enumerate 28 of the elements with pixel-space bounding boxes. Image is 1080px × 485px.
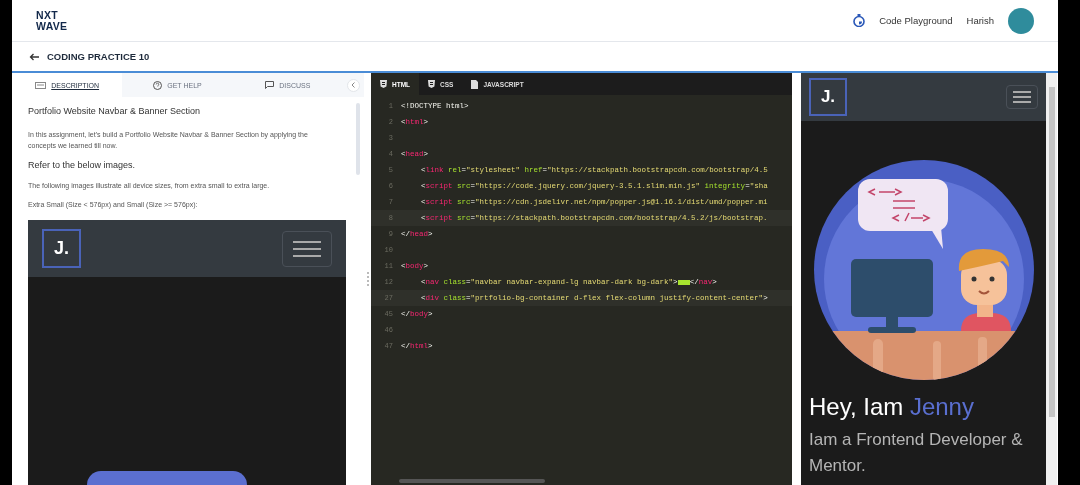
resize-handle[interactable] [366,272,369,286]
shield-icon [428,80,436,88]
collapse-button[interactable] [347,78,360,92]
help-icon [153,80,163,90]
back-arrow-icon[interactable] [29,52,39,61]
problem-title: Portfolio Website Navbar & Banner Section [28,105,201,118]
avatar[interactable] [1008,7,1034,34]
shield-icon [380,80,387,88]
site-logo: J. [809,78,847,116]
file-icon [471,79,479,89]
hamburger-icon [282,230,332,267]
hamburger-icon [1006,85,1038,109]
page-title: CODING PRACTICE 10 [47,51,150,62]
site-logo: J. [42,229,81,268]
user-name[interactable]: Harish [966,15,994,26]
folded-code-marker[interactable] [677,279,690,285]
scrollbar[interactable] [399,479,545,483]
chat-icon [265,81,275,89]
chevron-left-icon [351,82,356,88]
section-heading: Refer to the below images. [28,159,137,172]
document-icon [35,81,47,89]
scrollbar[interactable] [1048,87,1055,417]
stopwatch-icon[interactable] [853,14,866,27]
banner-subtitle: Iam a Frontend Developer & Mentor. [809,429,1024,477]
nxtwave-logo[interactable]: NXT WAVE [36,9,68,32]
scrollbar[interactable] [356,103,360,175]
banner-heading: Hey, Iam Jenny [809,393,975,421]
code-playground-link[interactable]: Code Playground [879,15,953,26]
